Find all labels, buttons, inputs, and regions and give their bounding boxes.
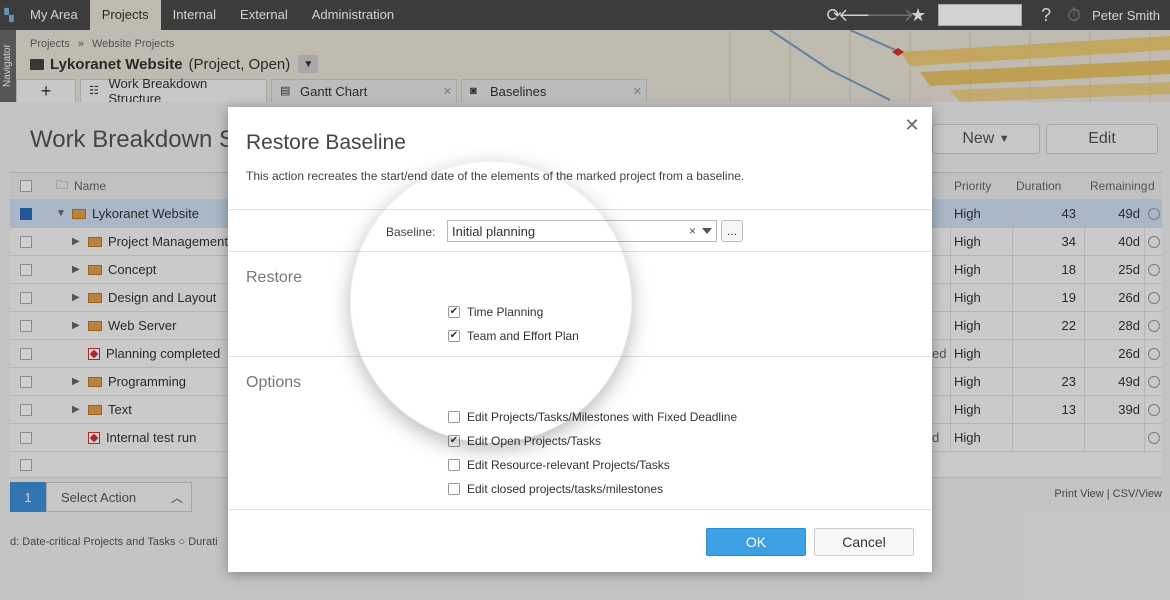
- checkbox-label: Edit closed projects/tasks/milestones: [467, 482, 664, 496]
- divider: [228, 209, 932, 210]
- checkbox[interactable]: [448, 411, 460, 423]
- dialog-title: Restore Baseline: [246, 131, 406, 154]
- options-heading: Options: [246, 374, 302, 391]
- dialog-description: This action recreates the start/end date…: [246, 169, 745, 183]
- checkbox[interactable]: ✔: [448, 330, 460, 342]
- divider: [228, 509, 932, 510]
- chevron-down-icon[interactable]: [702, 228, 712, 234]
- baseline-label: Baseline:: [386, 225, 436, 239]
- clear-icon[interactable]: ×: [689, 224, 696, 238]
- divider: [228, 251, 932, 252]
- baseline-select[interactable]: Initial planning ×: [447, 220, 717, 242]
- checkbox-label: Edit Open Projects/Tasks: [467, 434, 602, 448]
- restore-heading: Restore: [246, 269, 303, 286]
- checkbox-option[interactable]: ✔ Team and Effort Plan: [448, 329, 579, 343]
- checkbox-label: Edit Resource-relevant Projects/Tasks: [467, 458, 670, 472]
- checkbox-label: Team and Effort Plan: [467, 329, 579, 343]
- checkbox-option[interactable]: ✔ Edit Open Projects/Tasks: [448, 434, 601, 448]
- checkbox-label: Edit Projects/Tasks/Milestones with Fixe…: [467, 410, 738, 424]
- checkbox-option[interactable]: ✔ Time Planning: [448, 305, 543, 319]
- restore-baseline-dialog: Restore Baseline ✕ This action recreates…: [228, 107, 932, 572]
- close-icon[interactable]: ✕: [902, 115, 922, 135]
- checkbox[interactable]: ✔: [448, 435, 460, 447]
- checkbox-option[interactable]: Edit Projects/Tasks/Milestones with Fixe…: [448, 410, 737, 424]
- checkbox[interactable]: [448, 483, 460, 495]
- divider: [228, 356, 932, 357]
- checkbox-label: Time Planning: [467, 305, 544, 319]
- checkbox[interactable]: ✔: [448, 306, 460, 318]
- checkbox-option[interactable]: Edit Resource-relevant Projects/Tasks: [448, 458, 670, 472]
- checkbox[interactable]: [448, 459, 460, 471]
- magnifier-highlight: [350, 161, 632, 443]
- cancel-button[interactable]: Cancel: [814, 528, 914, 556]
- checkbox-option[interactable]: Edit closed projects/tasks/milestones: [448, 482, 663, 496]
- baseline-value: Initial planning: [452, 223, 536, 239]
- ok-button[interactable]: OK: [706, 528, 806, 556]
- more-options-button[interactable]: ...: [721, 220, 743, 242]
